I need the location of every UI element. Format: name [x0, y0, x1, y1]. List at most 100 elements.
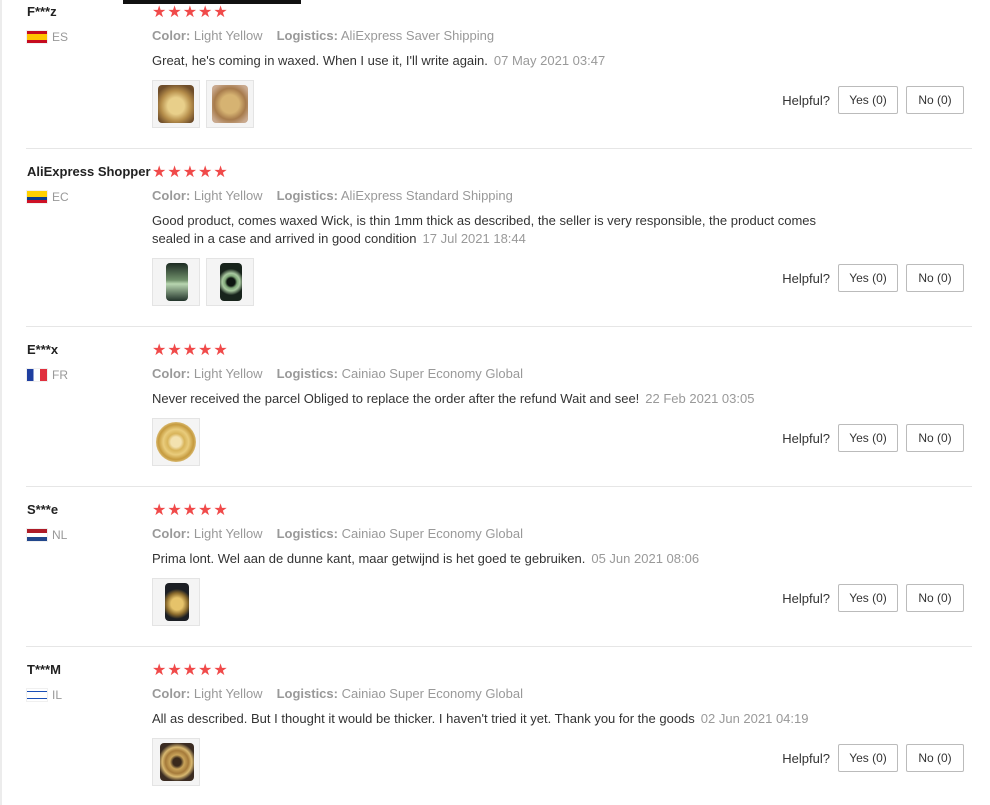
reviewer-name: S***e: [27, 502, 59, 517]
color-label: Color:: [152, 188, 191, 203]
review-text: Great, he's coming in waxed. When I use …: [152, 52, 872, 70]
helpful-yes-button[interactable]: Yes (0): [838, 86, 898, 114]
country-code: FR: [52, 368, 68, 382]
helpful-no-button[interactable]: No (0): [906, 86, 964, 114]
color-label: Color:: [152, 526, 191, 541]
color-value: Light Yellow: [193, 28, 263, 43]
review-photos: [152, 738, 200, 786]
review-text: Never received the parcel Obliged to rep…: [152, 390, 872, 408]
helpful-yes-button[interactable]: Yes (0): [838, 744, 898, 772]
review-date: 17 Jul 2021 18:44: [422, 231, 526, 246]
review-date: 02 Jun 2021 04:19: [700, 711, 809, 726]
reviewer-country: EC: [27, 190, 69, 204]
country-code: EC: [52, 190, 69, 204]
helpful-label: Helpful?: [782, 92, 830, 108]
helpful-vote: Helpful? Yes (0) No (0): [782, 264, 964, 292]
color-label: Color:: [152, 28, 191, 43]
flag-nl-icon: [27, 529, 47, 541]
flag-fr-icon: [27, 369, 47, 381]
helpful-no-button[interactable]: No (0): [906, 744, 964, 772]
review-divider: [26, 486, 972, 487]
review-attributes: Color: Light Yellow Logistics: AliExpress…: [152, 188, 513, 203]
reviewer-country: IL: [27, 688, 62, 702]
reviewer-name: F***z: [27, 4, 57, 19]
helpful-vote: Helpful? Yes (0) No (0): [782, 424, 964, 452]
review-photo[interactable]: [152, 258, 200, 306]
review-body: Never received the parcel Obliged to rep…: [152, 391, 640, 406]
review-photos: [152, 80, 254, 128]
star-rating: ★★★★★: [152, 164, 229, 181]
helpful-yes-button[interactable]: Yes (0): [838, 584, 898, 612]
review-body: Prima lont. Wel aan de dunne kant, maar …: [152, 551, 586, 566]
review-attributes: Color: Light Yellow Logistics: Cainiao Su…: [152, 526, 523, 541]
helpful-label: Helpful?: [782, 590, 830, 606]
flag-il-icon: [27, 689, 47, 701]
review-photo[interactable]: [206, 80, 254, 128]
review-date: 05 Jun 2021 08:06: [591, 551, 700, 566]
flag-ec-icon: [27, 191, 47, 203]
review-date: 22 Feb 2021 03:05: [645, 391, 755, 406]
review-divider: [26, 148, 972, 149]
helpful-vote: Helpful? Yes (0) No (0): [782, 86, 964, 114]
review-divider: [26, 646, 972, 647]
review-body: Great, he's coming in waxed. When I use …: [152, 53, 488, 68]
helpful-label: Helpful?: [782, 270, 830, 286]
logistics-value: Cainiao Super Economy Global: [341, 526, 523, 541]
reviewer-name: E***x: [27, 342, 59, 357]
helpful-label: Helpful?: [782, 430, 830, 446]
reviewer-country: FR: [27, 368, 68, 382]
helpful-no-button[interactable]: No (0): [906, 584, 964, 612]
review-photo[interactable]: [152, 738, 200, 786]
review-attributes: Color: Light Yellow Logistics: AliExpress…: [152, 28, 494, 43]
review-photos: [152, 418, 200, 466]
country-code: IL: [52, 688, 63, 702]
color-value: Light Yellow: [193, 188, 263, 203]
logistics-label: Logistics:: [276, 366, 338, 381]
review-photo[interactable]: [206, 258, 254, 306]
helpful-yes-button[interactable]: Yes (0): [838, 264, 898, 292]
color-value: Light Yellow: [193, 526, 263, 541]
helpful-no-button[interactable]: No (0): [906, 264, 964, 292]
reviewer-name: T***M: [27, 662, 61, 677]
logistics-value: Cainiao Super Economy Global: [341, 686, 523, 701]
country-code: NL: [52, 528, 68, 542]
helpful-no-button[interactable]: No (0): [906, 424, 964, 452]
logistics-label: Logistics:: [276, 526, 338, 541]
reviewer-country: ES: [27, 30, 68, 44]
review-attributes: Color: Light Yellow Logistics: Cainiao Su…: [152, 686, 523, 701]
logistics-value: AliExpress Standard Shipping: [340, 188, 513, 203]
flag-es-icon: [27, 31, 47, 43]
logistics-label: Logistics:: [276, 28, 338, 43]
review-photo[interactable]: [152, 578, 200, 626]
logistics-label: Logistics:: [276, 686, 338, 701]
helpful-yes-button[interactable]: Yes (0): [838, 424, 898, 452]
helpful-vote: Helpful? Yes (0) No (0): [782, 584, 964, 612]
review-photos: [152, 578, 200, 626]
logistics-label: Logistics:: [276, 188, 338, 203]
review-text: All as described. But I thought it would…: [152, 710, 872, 728]
star-rating: ★★★★★: [152, 342, 229, 359]
color-value: Light Yellow: [193, 366, 263, 381]
review-photo[interactable]: [152, 80, 200, 128]
review-text: Good product, comes waxed Wick, is thin …: [152, 212, 852, 248]
review-attributes: Color: Light Yellow Logistics: Cainiao Su…: [152, 366, 523, 381]
review-divider: [26, 326, 972, 327]
color-value: Light Yellow: [193, 686, 263, 701]
logistics-value: AliExpress Saver Shipping: [340, 28, 495, 43]
helpful-vote: Helpful? Yes (0) No (0): [782, 744, 964, 772]
star-rating: ★★★★★: [152, 502, 229, 519]
helpful-label: Helpful?: [782, 750, 830, 766]
logistics-value: Cainiao Super Economy Global: [341, 366, 523, 381]
country-code: ES: [52, 30, 69, 44]
color-label: Color:: [152, 686, 191, 701]
review-photos: [152, 258, 254, 306]
review-body: All as described. But I thought it would…: [152, 711, 695, 726]
star-rating: ★★★★★: [152, 662, 229, 679]
color-label: Color:: [152, 366, 191, 381]
reviewer-country: NL: [27, 528, 67, 542]
review-text: Prima lont. Wel aan de dunne kant, maar …: [152, 550, 872, 568]
review-photo[interactable]: [152, 418, 200, 466]
review-date: 07 May 2021 03:47: [493, 53, 606, 68]
left-border: [0, 0, 2, 805]
star-rating: ★★★★★: [152, 4, 229, 21]
